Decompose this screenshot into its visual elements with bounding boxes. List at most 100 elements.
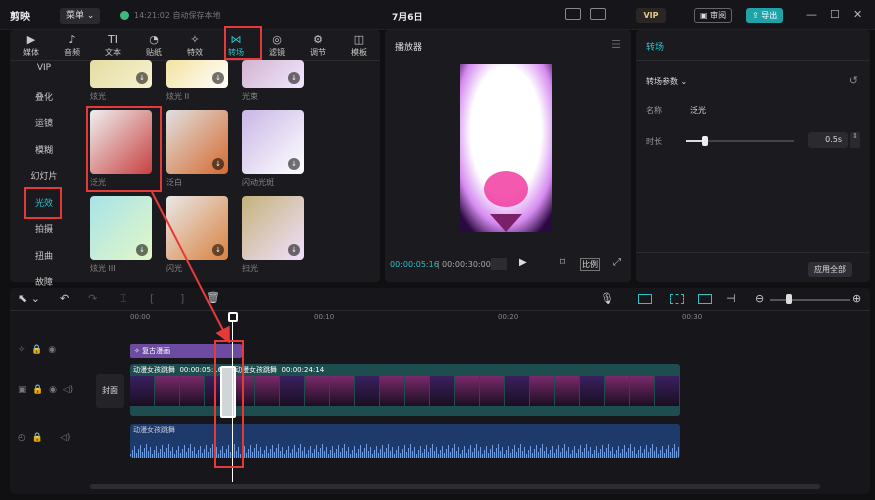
sidebar-item[interactable]: 模糊 — [20, 143, 68, 156]
tab-label: 调节 — [310, 48, 326, 57]
tab-audio[interactable]: ♪ 音频 — [53, 30, 91, 60]
tab-icon: TI — [108, 33, 118, 46]
sidebar-item[interactable]: 叠化 — [20, 90, 68, 103]
play-icon[interactable]: ▶ — [519, 257, 527, 268]
download-icon[interactable]: ↓ — [288, 72, 300, 84]
duration-input[interactable]: 0.5s — [808, 132, 848, 148]
minimize-icon[interactable]: — — [806, 8, 817, 21]
wave-bar — [514, 445, 515, 458]
video-frame — [355, 376, 379, 406]
split-icon[interactable]: ⌶ — [120, 292, 127, 306]
tab-media[interactable]: ▶ 媒体 — [12, 30, 50, 60]
tab-filter[interactable]: ◎ 滤镜 — [258, 30, 296, 60]
tab-effects[interactable]: ✧ 特效 — [176, 30, 214, 60]
wave-bar — [518, 448, 519, 458]
sidebar-item[interactable]: 扭曲 — [20, 249, 68, 262]
tab-icon: ♪ — [68, 33, 76, 46]
transition-thumbnail[interactable]: ↓ — [90, 60, 152, 88]
zoom-slider[interactable] — [770, 299, 850, 301]
select-tool-icon[interactable]: ⬉ ⌄ — [18, 292, 40, 305]
video-frame — [330, 376, 354, 406]
wave-bar — [280, 451, 281, 458]
tab-adjust[interactable]: ⚙ 调节 — [299, 30, 337, 60]
review-button[interactable]: ▣ 审阅 — [694, 8, 733, 23]
wave-bar — [142, 452, 143, 458]
time-ruler[interactable]: 00:00 00:10 00:20 00:30 — [130, 312, 870, 324]
reset-icon[interactable]: ↺ — [849, 74, 858, 87]
cover-button[interactable]: 封面 — [96, 374, 124, 408]
undo-icon[interactable]: ↶ — [60, 292, 69, 305]
tab-icon: ⚙ — [313, 33, 323, 46]
zoom-out-icon[interactable]: ⊖ — [755, 292, 764, 305]
video-clip[interactable]: 动漫女孩跳舞 00:00:05:16 动漫女孩跳舞 00:00:24:14 — [130, 364, 680, 416]
wave-bar — [342, 448, 343, 458]
linkage-icon[interactable] — [698, 294, 712, 304]
split-left-icon[interactable]: [ — [150, 292, 154, 305]
download-icon[interactable]: ↓ — [136, 72, 148, 84]
wave-bar — [162, 445, 163, 458]
wave-bar — [352, 450, 353, 458]
ratio-button[interactable]: 比例 — [580, 258, 600, 271]
wave-bar — [188, 448, 189, 458]
download-icon[interactable]: ↓ — [288, 244, 300, 256]
media-panel: ▶ 媒体 ♪ 音频 TI 文本 ◔ 贴纸 ✧ 特效 ⋈ 转场 ◎ 滤镜 ⚙ 调节 ◫ 模板 VIP 叠化 运镜 模糊 幻灯… — [10, 26, 380, 288]
sidebar-item[interactable]: 运镜 — [20, 116, 68, 129]
download-icon[interactable]: ↓ — [212, 244, 224, 256]
horizontal-scrollbar[interactable] — [90, 484, 820, 489]
wave-bar — [464, 446, 465, 458]
transition-thumbnail[interactable]: ↓ — [242, 196, 304, 260]
duration-stepper[interactable]: ⇕ — [850, 132, 860, 148]
playhead-handle[interactable] — [228, 312, 238, 322]
keyboard-icon[interactable] — [565, 8, 581, 20]
split-right-icon[interactable]: ] — [180, 292, 184, 305]
fullscreen-icon[interactable]: ⤢ — [613, 257, 621, 268]
preview-axis-icon[interactable]: ⊣ — [726, 292, 736, 305]
tab-template[interactable]: ◫ 模板 — [340, 30, 378, 60]
screenshot-icon[interactable]: ⌑ — [560, 257, 565, 268]
zoom-in-icon[interactable]: ⊕ — [852, 292, 861, 305]
zoom-slider-handle[interactable] — [786, 294, 792, 304]
maximize-icon[interactable]: ☐ — [830, 8, 840, 21]
download-icon[interactable]: ↓ — [136, 244, 148, 256]
main-track-magnet-icon[interactable] — [638, 294, 652, 304]
player-menu-icon[interactable]: ☰ — [611, 38, 621, 51]
wave-bar — [550, 450, 551, 458]
transition-thumbnail[interactable]: ↓ — [166, 110, 228, 174]
audio-clip[interactable]: 动漫女孩跳舞 — [130, 424, 680, 458]
sidebar-item[interactable]: 故障 — [20, 275, 68, 288]
tick-label: 00:10 — [314, 313, 335, 321]
wave-bar — [644, 449, 645, 458]
close-icon[interactable]: ✕ — [853, 8, 862, 21]
transition-thumbnail[interactable]: ↓ — [166, 60, 228, 88]
tab-text[interactable]: TI 文本 — [94, 30, 132, 60]
wave-bar — [648, 452, 649, 458]
sidebar-item[interactable]: 幻灯片 — [20, 169, 68, 182]
vip-badge[interactable]: VIP — [636, 8, 666, 23]
redo-icon[interactable]: ↷ — [88, 292, 97, 305]
menu-button[interactable]: 菜单 ⌄ — [60, 8, 101, 24]
apply-all-button[interactable]: 应用全部 — [808, 262, 852, 277]
layout-icon[interactable] — [590, 8, 606, 20]
microphone-icon[interactable]: 🎙 — [600, 292, 614, 305]
sidebar-item[interactable]: VIP — [20, 63, 68, 73]
download-icon[interactable]: ↓ — [288, 158, 300, 170]
export-button[interactable]: ⇪ 导出 — [746, 8, 784, 23]
delete-icon[interactable]: 🗑 — [206, 291, 220, 304]
tab-sticker[interactable]: ◔ 贴纸 — [135, 30, 173, 60]
timecode-toggle[interactable] — [491, 258, 507, 270]
transition-thumbnail[interactable]: ↓ — [90, 196, 152, 260]
download-icon[interactable]: ↓ — [212, 158, 224, 170]
download-icon[interactable]: ↓ — [212, 72, 224, 84]
transition-thumbnail[interactable]: ↓ — [242, 110, 304, 174]
wave-bar — [358, 449, 359, 458]
sidebar-item[interactable]: 拍摄 — [20, 222, 68, 235]
wave-bar — [192, 451, 193, 458]
duration-slider-handle[interactable] — [702, 136, 708, 146]
wave-bar — [502, 447, 503, 458]
transition-thumbnail[interactable]: ↓ — [166, 196, 228, 260]
transition-thumbnail[interactable]: ↓ — [242, 60, 304, 88]
wave-bar — [308, 450, 309, 458]
auto-snap-icon[interactable] — [670, 294, 684, 304]
highlight-transition-tab — [224, 26, 262, 60]
wave-bar — [546, 447, 547, 458]
